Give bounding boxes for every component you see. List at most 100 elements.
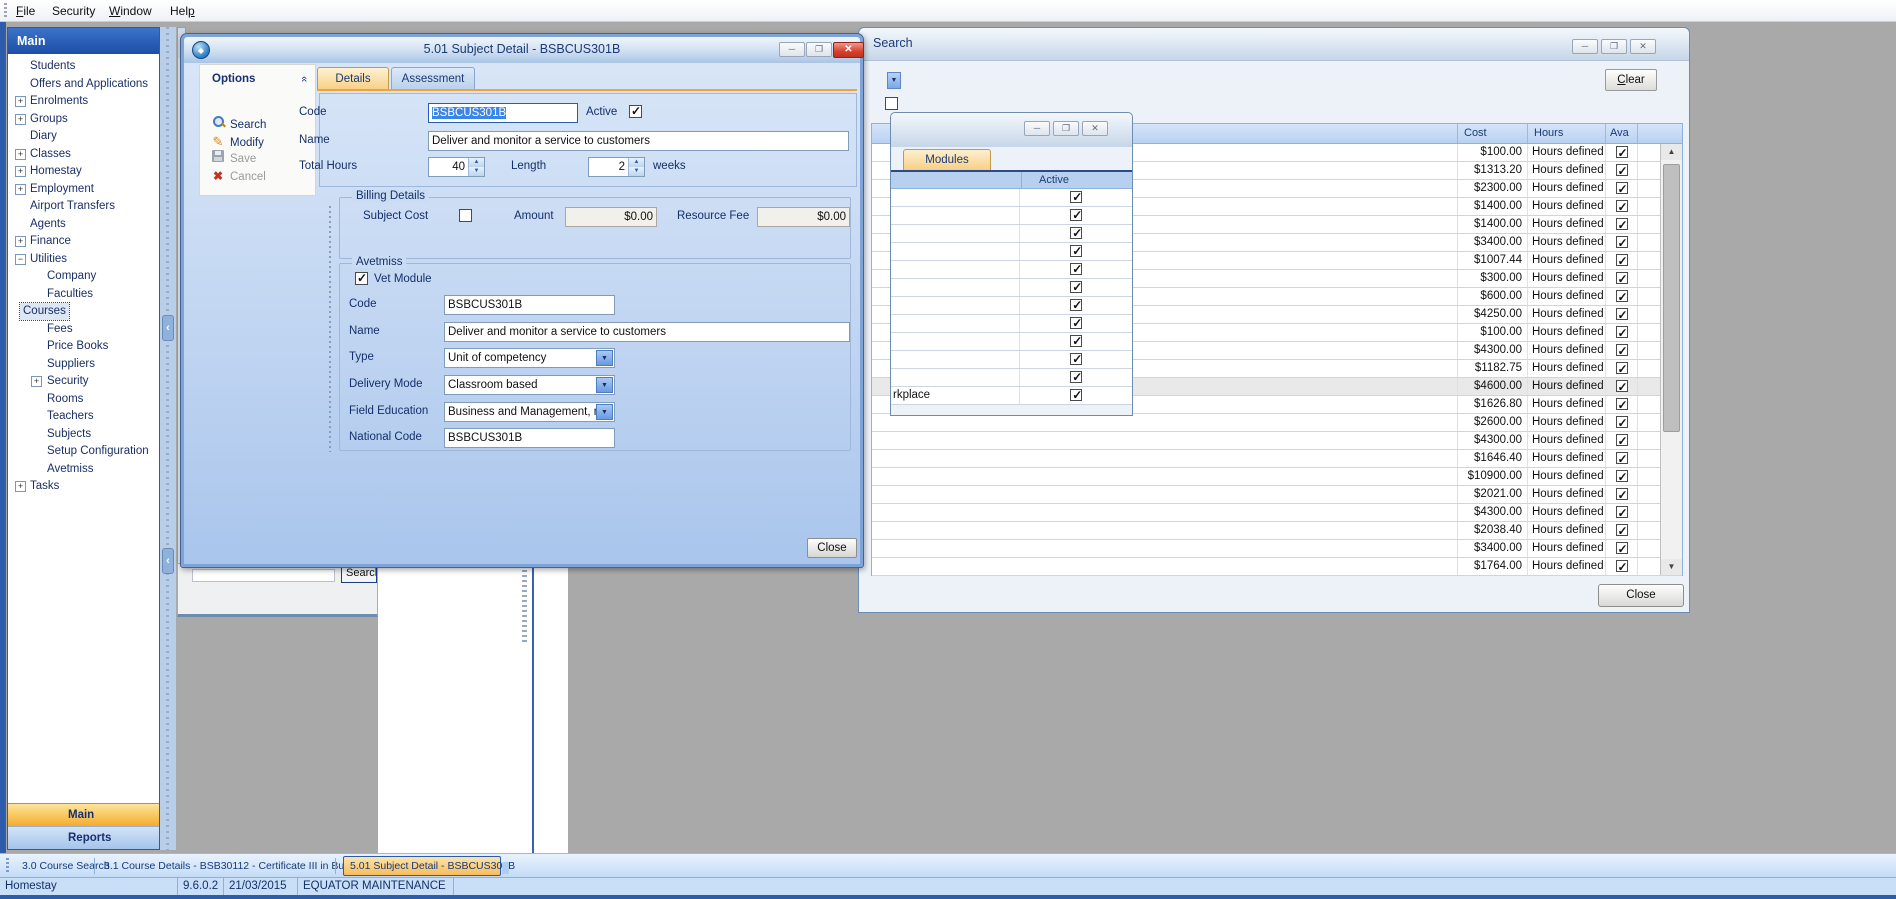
avetmiss-code-input[interactable]: BSBCUS301B — [444, 295, 615, 315]
available-checkbox[interactable] — [1616, 200, 1628, 212]
sidebar-item-faculties[interactable]: Faculties — [9, 286, 158, 303]
avetmiss-name-input[interactable]: Deliver and monitor a service to custome… — [444, 322, 850, 342]
module-row[interactable] — [891, 243, 1132, 261]
active-checkbox[interactable] — [1070, 281, 1082, 293]
menu-item-help[interactable]: Help — [168, 3, 197, 19]
sidebar-item-groups[interactable]: +Groups — [9, 111, 158, 128]
expand-plus-icon[interactable]: + — [15, 114, 26, 125]
resource-fee-input[interactable]: $0.00 — [757, 207, 850, 227]
grid-header-available[interactable]: Ava — [1606, 124, 1638, 143]
vertical-scrollbar[interactable]: ▲ ▼ — [1660, 144, 1682, 575]
background-textbox-fragment[interactable] — [192, 569, 335, 582]
splitter-dots-icon[interactable] — [522, 570, 527, 645]
active-checkbox[interactable] — [1070, 299, 1082, 311]
dialog-close-button[interactable]: Close — [807, 538, 857, 558]
minimize-icon[interactable]: ─ — [779, 42, 805, 57]
table-row[interactable]: $1764.00Hours defined b — [872, 558, 1682, 576]
scrollbar-thumb[interactable] — [1663, 164, 1680, 432]
spin-up-icon[interactable]: ▲ — [629, 158, 644, 167]
available-checkbox[interactable] — [1616, 182, 1628, 194]
available-checkbox[interactable] — [1616, 326, 1628, 338]
sidebar-item-company[interactable]: Company — [9, 268, 158, 285]
taskbar-item-1[interactable]: 3.0 Course Search — [22, 858, 110, 875]
sidebar-item-setup-configuration[interactable]: Setup Configuration — [9, 443, 158, 460]
module-row[interactable] — [891, 315, 1132, 333]
tab-assessment[interactable]: Assessment — [391, 67, 475, 90]
clear-button[interactable]: Clear — [1605, 69, 1657, 91]
sidebar-item-suppliers[interactable]: Suppliers — [9, 356, 158, 373]
expand-plus-icon[interactable]: + — [15, 96, 26, 107]
module-row[interactable] — [891, 279, 1132, 297]
close-icon[interactable]: ✕ — [1630, 39, 1656, 54]
sidebar-item-price-books[interactable]: Price Books — [9, 338, 158, 355]
sidebar-item-tasks[interactable]: +Tasks — [9, 478, 158, 495]
close-icon[interactable]: ✕ — [1082, 121, 1108, 136]
tab-details[interactable]: Details — [317, 67, 389, 90]
name-input[interactable]: Deliver and monitor a service to custome… — [428, 131, 849, 151]
available-checkbox[interactable] — [1616, 272, 1628, 284]
menu-item-security[interactable]: Security — [50, 3, 97, 19]
taskbar-item-2[interactable]: 3.1 Course Details - BSB30112 - Certific… — [104, 858, 366, 875]
modify-option[interactable]: ✎Modify — [210, 133, 264, 150]
subject-cost-checkbox[interactable] — [459, 209, 472, 222]
spin-down-icon[interactable]: ▼ — [629, 167, 644, 176]
collapse-minus-icon[interactable]: − — [15, 254, 26, 265]
module-row[interactable] — [891, 333, 1132, 351]
expand-plus-icon[interactable]: + — [31, 376, 42, 387]
available-checkbox[interactable] — [1616, 542, 1628, 554]
available-checkbox[interactable] — [1616, 290, 1628, 302]
modules-header-active[interactable]: Active — [1039, 174, 1069, 186]
table-row[interactable]: $4300.00Hours defined b — [872, 504, 1682, 522]
module-row[interactable] — [891, 225, 1132, 243]
available-checkbox[interactable] — [1616, 146, 1628, 158]
expand-plus-icon[interactable]: + — [15, 481, 26, 492]
sidebar-item-rooms[interactable]: Rooms — [9, 391, 158, 408]
amount-input[interactable]: $0.00 — [565, 207, 657, 227]
table-row[interactable]: $2038.40Hours defined b — [872, 522, 1682, 540]
module-row[interactable] — [891, 207, 1132, 225]
sidebar-splitter[interactable]: ‹ ‹ — [160, 27, 176, 850]
field-education-select[interactable]: Business and Management, n.e. ▼ — [444, 402, 615, 422]
active-checkbox[interactable] — [1070, 191, 1082, 203]
sidebar-item-subjects[interactable]: Subjects — [9, 426, 158, 443]
table-row[interactable]: $2600.00Hours defined b — [872, 414, 1682, 432]
active-checkbox[interactable] — [1070, 227, 1082, 239]
chevron-down-icon[interactable]: ▼ — [596, 377, 613, 393]
expand-plus-icon[interactable]: + — [15, 149, 26, 160]
available-checkbox[interactable] — [1616, 506, 1628, 518]
type-select[interactable]: Unit of competency ▼ — [444, 348, 615, 368]
available-checkbox[interactable] — [1616, 164, 1628, 176]
active-checkbox[interactable] — [1070, 371, 1082, 383]
length-stepper[interactable]: 2 ▲▼ — [588, 157, 645, 177]
menu-item-file[interactable]: File — [14, 3, 37, 19]
scroll-down-icon[interactable]: ▼ — [1661, 559, 1682, 575]
active-checkbox[interactable] — [1070, 335, 1082, 347]
minimize-icon[interactable]: ─ — [1024, 121, 1050, 136]
available-checkbox[interactable] — [1616, 452, 1628, 464]
search-window-titlebar[interactable]: Search ─ ❐ ✕ — [859, 28, 1689, 61]
sidebar-item-teachers[interactable]: Teachers — [9, 408, 158, 425]
search-option[interactable]: Search — [210, 115, 266, 132]
sidebar-item-students[interactable]: Students — [9, 58, 158, 75]
expand-plus-icon[interactable]: + — [15, 184, 26, 195]
sidebar-item-homestay[interactable]: +Homestay — [9, 163, 158, 180]
available-checkbox[interactable] — [1616, 524, 1628, 536]
spin-down-icon[interactable]: ▼ — [469, 167, 484, 176]
form-splitter-dots-icon[interactable] — [328, 206, 333, 452]
code-input[interactable]: BSBCUS301B — [428, 103, 578, 123]
dialog-titlebar[interactable]: ◆ 5.01 Subject Detail - BSBCUS301B ─ ❐ ✕ — [184, 37, 860, 63]
module-row[interactable] — [891, 261, 1132, 279]
menu-grip-icon[interactable] — [4, 3, 7, 19]
grid-header-hours[interactable]: Hours — [1528, 124, 1606, 143]
modules-window-titlebar[interactable]: ─ ❐ ✕ — [891, 113, 1132, 147]
national-code-input[interactable]: BSBCUS301B — [444, 428, 615, 448]
available-checkbox[interactable] — [1616, 470, 1628, 482]
taskbar-overflow-icon[interactable] — [502, 862, 509, 874]
table-row[interactable]: $2021.00Hours defined b — [872, 486, 1682, 504]
maximize-icon[interactable]: ❐ — [806, 42, 832, 57]
expand-plus-icon[interactable]: + — [15, 236, 26, 247]
minimize-icon[interactable]: ─ — [1572, 39, 1598, 54]
active-checkbox[interactable] — [1070, 353, 1082, 365]
spin-up-icon[interactable]: ▲ — [469, 158, 484, 167]
active-checkbox[interactable] — [1070, 317, 1082, 329]
